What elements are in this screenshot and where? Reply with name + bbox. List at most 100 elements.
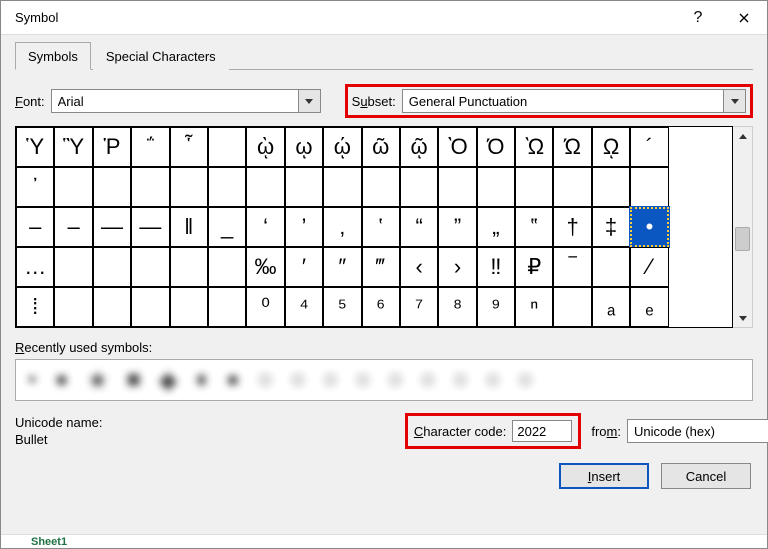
symbol-cell[interactable]: ῷ — [400, 127, 438, 167]
symbol-cell[interactable]: ῟ — [170, 127, 208, 167]
symbol-cell[interactable] — [592, 167, 630, 207]
symbol-cell[interactable]: _ — [208, 207, 246, 247]
symbol-cell[interactable]: ⁶ — [362, 287, 400, 327]
symbol-cell[interactable] — [630, 167, 668, 207]
tab-special-characters[interactable]: Special Characters — [93, 42, 229, 70]
symbol-cell[interactable]: ‼ — [477, 247, 515, 287]
symbol-cell[interactable]: ‖ — [170, 207, 208, 247]
symbol-cell[interactable]: ‟ — [515, 207, 553, 247]
symbol-cell[interactable] — [515, 167, 553, 207]
symbol-cell[interactable] — [170, 167, 208, 207]
symbol-grid[interactable]: ὙὛῬ΅῟ῲῳῴῶῷῸΌῺΏῼ´᾿‒–—―‖_‘’‚‛“”„‟†‡•…‰′″‴‹… — [15, 126, 733, 328]
symbol-cell[interactable]: “ — [400, 207, 438, 247]
symbol-cell[interactable] — [553, 167, 591, 207]
symbol-cell[interactable] — [93, 167, 131, 207]
symbol-cell[interactable]: ⁵ — [323, 287, 361, 327]
symbol-cell[interactable]: Ὓ — [54, 127, 92, 167]
font-input[interactable] — [51, 89, 299, 113]
symbol-cell[interactable]: ᾿ — [16, 167, 54, 207]
insert-button[interactable]: Insert — [559, 463, 649, 489]
symbol-cell[interactable]: † — [553, 207, 591, 247]
subset-select[interactable] — [402, 89, 746, 113]
symbol-cell[interactable]: • — [630, 207, 668, 247]
symbol-cell[interactable]: — — [93, 207, 131, 247]
symbol-cell[interactable]: ‘ — [246, 207, 284, 247]
symbol-cell[interactable]: ⁰ — [246, 287, 284, 327]
symbol-cell[interactable]: ‡ — [592, 207, 630, 247]
symbol-cell[interactable] — [246, 167, 284, 207]
tab-symbols[interactable]: Symbols — [15, 42, 91, 70]
subset-dropdown-button[interactable] — [724, 89, 746, 113]
symbol-cell[interactable]: ‒ — [16, 207, 54, 247]
symbol-cell[interactable]: ῶ — [362, 127, 400, 167]
subset-input[interactable] — [402, 89, 724, 113]
symbol-cell[interactable]: ₽ — [515, 247, 553, 287]
symbol-cell[interactable]: Ῥ — [93, 127, 131, 167]
symbol-cell[interactable]: ‚ — [323, 207, 361, 247]
from-select[interactable] — [627, 419, 753, 443]
symbol-cell[interactable] — [208, 247, 246, 287]
scrollbar-up-arrow[interactable] — [733, 127, 752, 145]
symbol-cell[interactable] — [54, 247, 92, 287]
symbol-cell[interactable]: … — [16, 247, 54, 287]
symbol-cell[interactable]: ῲ — [246, 127, 284, 167]
symbol-cell[interactable]: Ὼ — [515, 127, 553, 167]
symbol-cell[interactable]: ‰ — [246, 247, 284, 287]
grid-scrollbar[interactable] — [733, 126, 753, 328]
symbol-cell[interactable] — [54, 287, 92, 327]
symbol-cell[interactable] — [362, 167, 400, 207]
symbol-cell[interactable] — [553, 287, 591, 327]
symbol-cell[interactable] — [131, 167, 169, 207]
symbol-cell[interactable]: Ό — [477, 127, 515, 167]
character-code-input[interactable] — [512, 420, 572, 442]
symbol-cell[interactable]: ‹ — [400, 247, 438, 287]
symbol-cell[interactable] — [208, 287, 246, 327]
symbol-cell[interactable]: ῴ — [323, 127, 361, 167]
symbol-cell[interactable]: ⁴ — [285, 287, 323, 327]
symbol-cell[interactable] — [170, 287, 208, 327]
symbol-cell[interactable]: ´ — [630, 127, 668, 167]
symbol-cell[interactable] — [400, 167, 438, 207]
symbol-cell[interactable]: ⁿ — [515, 287, 553, 327]
symbol-cell[interactable]: ₑ — [630, 287, 668, 327]
font-select[interactable] — [51, 89, 321, 113]
symbol-cell[interactable]: ₐ — [592, 287, 630, 327]
font-dropdown-button[interactable] — [299, 89, 321, 113]
symbol-cell[interactable] — [131, 247, 169, 287]
symbol-cell[interactable]: ‾ — [553, 247, 591, 287]
symbol-cell[interactable]: ῳ — [285, 127, 323, 167]
symbol-cell[interactable]: ΅ — [131, 127, 169, 167]
symbol-cell[interactable] — [170, 247, 208, 287]
symbol-cell[interactable]: ′ — [285, 247, 323, 287]
symbol-cell[interactable] — [438, 167, 476, 207]
symbol-cell[interactable]: ” — [438, 207, 476, 247]
symbol-cell[interactable]: ⁞ — [16, 287, 54, 327]
symbol-cell[interactable]: ’ — [285, 207, 323, 247]
help-button[interactable]: ? — [675, 1, 721, 34]
symbol-cell[interactable]: – — [54, 207, 92, 247]
symbol-cell[interactable] — [131, 287, 169, 327]
symbol-cell[interactable] — [323, 167, 361, 207]
symbol-cell[interactable]: ⁷ — [400, 287, 438, 327]
symbol-cell[interactable]: ⁄ — [630, 247, 668, 287]
from-input[interactable] — [627, 419, 768, 443]
symbol-cell[interactable]: ― — [131, 207, 169, 247]
symbol-cell[interactable]: ⁸ — [438, 287, 476, 327]
symbol-cell[interactable]: Ώ — [553, 127, 591, 167]
symbol-cell[interactable]: Ὸ — [438, 127, 476, 167]
symbol-cell[interactable] — [208, 167, 246, 207]
symbol-cell[interactable]: ″ — [323, 247, 361, 287]
symbol-cell[interactable]: ⁹ — [477, 287, 515, 327]
symbol-cell[interactable] — [54, 167, 92, 207]
sheet-tab[interactable]: Sheet1 — [31, 536, 67, 548]
symbol-cell[interactable]: ‛ — [362, 207, 400, 247]
symbol-cell[interactable]: „ — [477, 207, 515, 247]
scrollbar-thumb[interactable] — [735, 227, 750, 251]
close-button[interactable] — [721, 1, 767, 34]
symbol-cell[interactable] — [285, 167, 323, 207]
symbol-cell[interactable]: Ὑ — [16, 127, 54, 167]
symbol-cell[interactable]: ῼ — [592, 127, 630, 167]
scrollbar-down-arrow[interactable] — [733, 309, 752, 327]
symbol-cell[interactable] — [93, 247, 131, 287]
cancel-button[interactable]: Cancel — [661, 463, 751, 489]
